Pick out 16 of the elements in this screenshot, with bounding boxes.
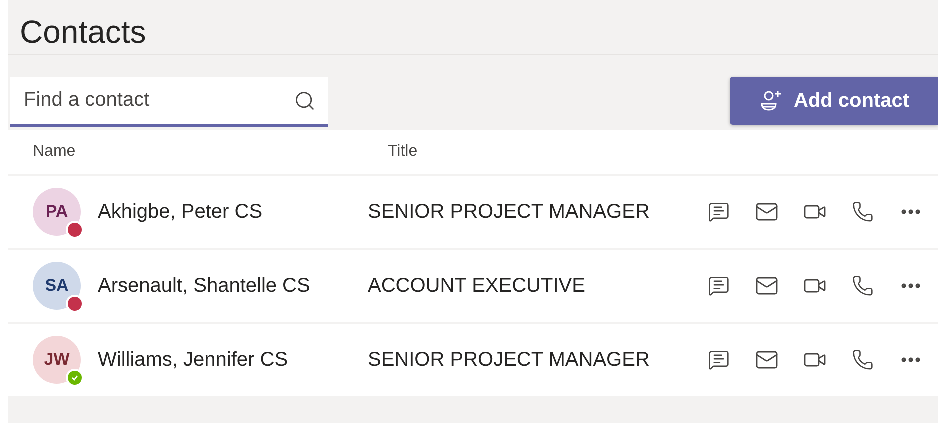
contact-title: ACCOUNT EXECUTIVE [368,274,586,298]
person-add-icon [760,90,784,112]
column-header: Name [33,143,77,161]
column-header: Title [388,143,419,161]
avatar: JW [33,336,81,384]
page-title: Contacts [8,0,938,55]
search-icon [294,90,316,112]
avatar: SA [33,262,81,310]
add-contact-button[interactable]: Add contact [730,77,938,125]
contact-title: SENIOR PROJECT MANAGER [368,200,651,224]
contact-title: SENIOR PROJECT MANAGER [368,348,651,372]
search-field[interactable]: Find a contact [10,77,328,127]
contact-name: Arsenault, Shantelle CS [98,274,312,298]
contact-name: Williams, Jennifer CS [98,348,290,372]
contact-name: Akhigbe, Peter CS [98,200,264,224]
avatar: PA [33,188,81,236]
